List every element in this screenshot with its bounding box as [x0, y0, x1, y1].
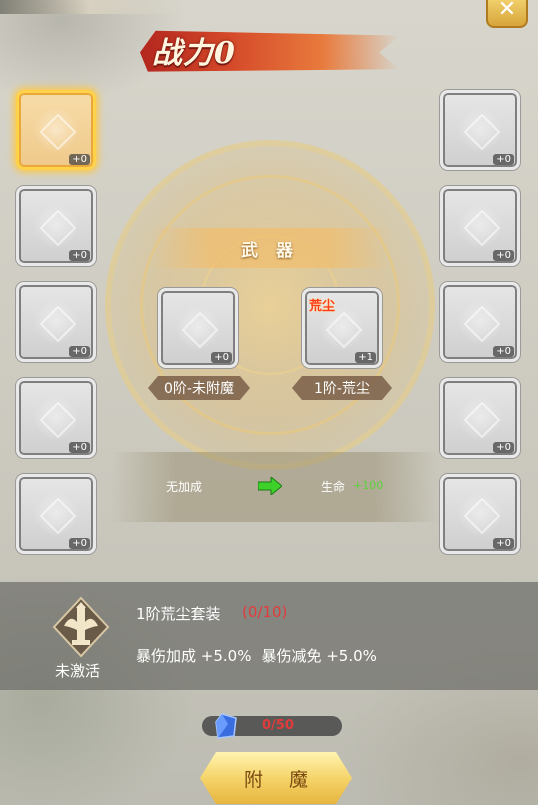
slot-level: +0	[69, 442, 90, 453]
close-button[interactable]: ✕	[486, 0, 528, 28]
set-effect-item: 暴伤减免 +5.0%	[261, 647, 377, 665]
slot-emblem-icon	[33, 491, 79, 537]
slot-level: +0	[493, 346, 514, 357]
slot-level: +0	[493, 250, 514, 261]
slot-emblem-icon	[33, 395, 79, 441]
set-title: 1阶荒尘套装	[136, 605, 221, 623]
slot-emblem-icon	[457, 107, 503, 153]
equip-slot-right-3[interactable]: +0	[440, 282, 520, 362]
equip-slot-right-5[interactable]: +0	[440, 474, 520, 554]
slot-level: +1	[355, 352, 376, 363]
enchant-button[interactable]: 附 魔	[200, 752, 352, 804]
slot-emblem-icon	[457, 299, 503, 345]
equip-slot-left-5[interactable]: +0	[16, 474, 96, 554]
slot-emblem-icon	[33, 203, 79, 249]
current-enchant-slot[interactable]: +0	[158, 288, 238, 368]
equip-slot-left-2[interactable]: +0	[16, 186, 96, 266]
bonus-after-value: +100	[353, 479, 384, 492]
slot-level: +0	[493, 538, 514, 549]
bonus-before-text: 无加成	[166, 480, 203, 494]
equip-slot-left-3[interactable]: +0	[16, 282, 96, 362]
slot-emblem-icon	[33, 107, 79, 153]
slot-level: +0	[69, 538, 90, 549]
enchant-button-label: 附 魔	[243, 768, 319, 791]
set-effects: 暴伤加成 +5.0% 暴伤减免 +5.0%	[136, 645, 377, 666]
equip-slot-right-4[interactable]: +0	[440, 378, 520, 458]
equip-slot-left-1[interactable]: +0	[16, 90, 96, 170]
set-progress: (0/10)	[242, 603, 288, 621]
close-x-icon: ✕	[497, 0, 517, 22]
combat-power-label: 战力0	[152, 36, 236, 71]
material-count: 0/50	[262, 718, 294, 733]
set-emblem-icon	[52, 596, 110, 658]
set-status-label: 未激活	[55, 662, 101, 680]
slot-emblem-icon	[457, 203, 503, 249]
slot-level: +0	[69, 250, 90, 261]
equip-slot-left-4[interactable]: +0	[16, 378, 96, 458]
slot-level: +0	[69, 154, 90, 165]
set-effect-item: 暴伤加成 +5.0%	[136, 647, 252, 665]
slot-emblem-icon	[175, 305, 221, 351]
category-label: 武 器	[241, 240, 299, 261]
slot-emblem-icon	[33, 299, 79, 345]
slot-enchant-name: 荒尘	[309, 299, 336, 314]
top-decoration	[0, 0, 180, 14]
next-enchant-slot[interactable]: 荒尘 +1	[302, 288, 382, 368]
blue-gem-icon	[215, 713, 237, 739]
category-bar: 武 器	[150, 228, 390, 268]
slot-level: +0	[493, 154, 514, 165]
slot-level: +0	[493, 442, 514, 453]
slot-emblem-icon	[457, 395, 503, 441]
right-arrow-icon	[258, 477, 282, 495]
slot-level: +0	[211, 352, 232, 363]
equip-slot-right-1[interactable]: +0	[440, 90, 520, 170]
current-stage-label: 0阶-未附魔	[148, 376, 250, 400]
next-stage-label: 1阶-荒尘	[292, 376, 392, 400]
bonus-after-stat: 生命	[321, 480, 346, 494]
slot-emblem-icon	[457, 491, 503, 537]
slot-level: +0	[69, 346, 90, 357]
equip-slot-right-2[interactable]: +0	[440, 186, 520, 266]
